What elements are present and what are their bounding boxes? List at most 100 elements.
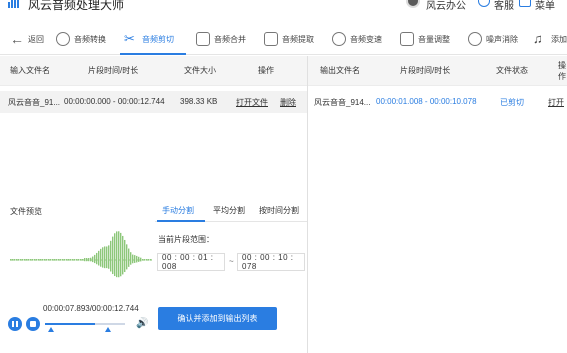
- tool-add[interactable]: ♫ 添加: [533, 23, 567, 55]
- tab-average-split[interactable]: 平均分割: [213, 205, 245, 216]
- tool-label: 音频剪切: [142, 34, 174, 44]
- input-duration: 00:00:00.000 - 00:00:12.744: [64, 97, 165, 106]
- waveform-bar: [138, 256, 140, 262]
- tool-volume-adjust[interactable]: 音量调整: [400, 23, 450, 55]
- user-name[interactable]: 风云办公: [426, 0, 466, 12]
- waveform-bar: [124, 239, 126, 273]
- waveform-bar: [14, 259, 16, 261]
- open-output-link[interactable]: 打开: [548, 97, 564, 108]
- volume-icon[interactable]: 🔊: [136, 318, 148, 329]
- tool-label: 音频变速: [350, 34, 382, 44]
- waveform-bar: [144, 259, 146, 261]
- waveform-bar: [84, 258, 86, 262]
- waveform-bar: [104, 246, 106, 269]
- app-title: 风云音频处理大师: [28, 0, 125, 12]
- waveform-bar: [58, 259, 60, 261]
- headset-icon[interactable]: [478, 0, 490, 7]
- col-output-name: 输出文件名: [320, 66, 360, 75]
- waveform-bar: [130, 252, 132, 265]
- active-tool-underline: [120, 53, 186, 55]
- waveform-bar: [12, 259, 14, 261]
- col-input-name: 输入文件名: [10, 66, 50, 75]
- merge-icon: [196, 32, 210, 46]
- start-marker[interactable]: [48, 327, 55, 332]
- output-table-header: 输出文件名 片段时间/时长 文件状态 操作: [308, 56, 567, 86]
- waveform-bar: [30, 259, 32, 261]
- customer-service-button[interactable]: 客服: [494, 0, 514, 12]
- input-table-row[interactable]: 风云音音_91... 00:00:00.000 - 00:00:12.744 3…: [0, 91, 307, 113]
- extract-icon: [264, 32, 278, 46]
- waveform-bar: [68, 259, 70, 261]
- waveform-bar: [72, 259, 74, 261]
- waveform-bar: [16, 259, 18, 261]
- waveform-bar: [36, 259, 38, 261]
- end-time-input[interactable]: 00 : 00 : 10 : 078: [237, 253, 305, 271]
- waveform-bar: [114, 233, 116, 277]
- col-action: 操作: [558, 60, 566, 81]
- app-logo-icon: [8, 0, 22, 8]
- start-time-input[interactable]: 00 : 00 : 01 : 008: [157, 253, 225, 271]
- stop-button[interactable]: [26, 317, 40, 331]
- scissors-icon: ✂: [124, 31, 135, 46]
- active-tab-underline: [157, 220, 205, 222]
- waveform-bar: [128, 248, 130, 267]
- waveform-bar: [148, 259, 150, 261]
- waveform-bar: [80, 259, 82, 261]
- col-action: 操作: [258, 66, 274, 75]
- waveform-bar: [78, 259, 80, 261]
- waveform-bar: [22, 259, 24, 261]
- waveform-bar: [32, 259, 34, 261]
- waveform-bar: [70, 259, 72, 261]
- pause-button[interactable]: [8, 317, 22, 331]
- col-duration: 片段时间/时长: [400, 66, 451, 75]
- split-tabs: 手动分割 平均分割 按时间分割: [155, 200, 307, 222]
- waveform-bar: [100, 248, 102, 267]
- waveform-bar: [98, 250, 100, 266]
- back-button[interactable]: ← 返回: [10, 23, 44, 55]
- tool-label: 添加: [551, 34, 567, 44]
- menu-button[interactable]: 菜单: [535, 0, 555, 12]
- menu-icon[interactable]: [519, 0, 531, 7]
- waveform-bar: [108, 245, 110, 269]
- tool-audio-convert[interactable]: 音频转换: [56, 23, 106, 55]
- confirm-add-button[interactable]: 确认并添加到输出列表: [158, 307, 277, 330]
- waveform-bar: [90, 257, 92, 262]
- waveform-bar: [52, 259, 54, 261]
- output-table-row[interactable]: 风云音音_914... 00:00:01.008 - 00:00:10.078 …: [308, 91, 567, 113]
- tool-audio-merge[interactable]: 音频合并: [196, 23, 246, 55]
- waveform-bar: [112, 236, 114, 275]
- tab-manual-split[interactable]: 手动分割: [162, 205, 194, 216]
- volume-bars-icon: [400, 32, 414, 46]
- waveform-bar: [56, 259, 58, 261]
- tab-time-split[interactable]: 按时间分割: [259, 205, 299, 216]
- waveform-bar: [140, 257, 142, 262]
- music-note-icon: ♫: [533, 31, 543, 46]
- waveform-bar: [134, 255, 136, 263]
- tool-label: 噪声消除: [486, 34, 518, 44]
- waveform-bar: [118, 231, 120, 278]
- end-marker[interactable]: [105, 327, 112, 332]
- waveform-bar: [60, 259, 62, 261]
- waveform[interactable]: [10, 222, 152, 292]
- waveform-bar: [92, 256, 94, 263]
- open-file-link[interactable]: 打开文件: [236, 97, 268, 108]
- tool-audio-speed[interactable]: 音频变速: [332, 23, 382, 55]
- waveform-bar: [42, 259, 44, 261]
- output-duration: 00:00:01.008 - 00:00:10.078: [376, 97, 477, 106]
- waveform-bar: [20, 259, 22, 261]
- waveform-bar: [38, 259, 40, 261]
- waveform-bar: [66, 259, 68, 261]
- tool-audio-extract[interactable]: 音频提取: [264, 23, 314, 55]
- tool-noise-removal[interactable]: 噪声消除: [468, 23, 518, 55]
- tool-audio-cut[interactable]: ✂ 音频剪切: [124, 23, 174, 55]
- waveform-bar: [132, 254, 134, 264]
- waveform-bar: [142, 259, 144, 261]
- waveform-bar: [126, 244, 128, 270]
- waveform-bar: [18, 259, 20, 261]
- user-avatar[interactable]: [406, 0, 420, 8]
- delete-link[interactable]: 删除: [280, 97, 296, 108]
- waveform-bar: [24, 259, 26, 261]
- waveform-bar: [146, 259, 148, 261]
- waveform-bar: [10, 259, 12, 261]
- waveform-bar: [136, 255, 138, 263]
